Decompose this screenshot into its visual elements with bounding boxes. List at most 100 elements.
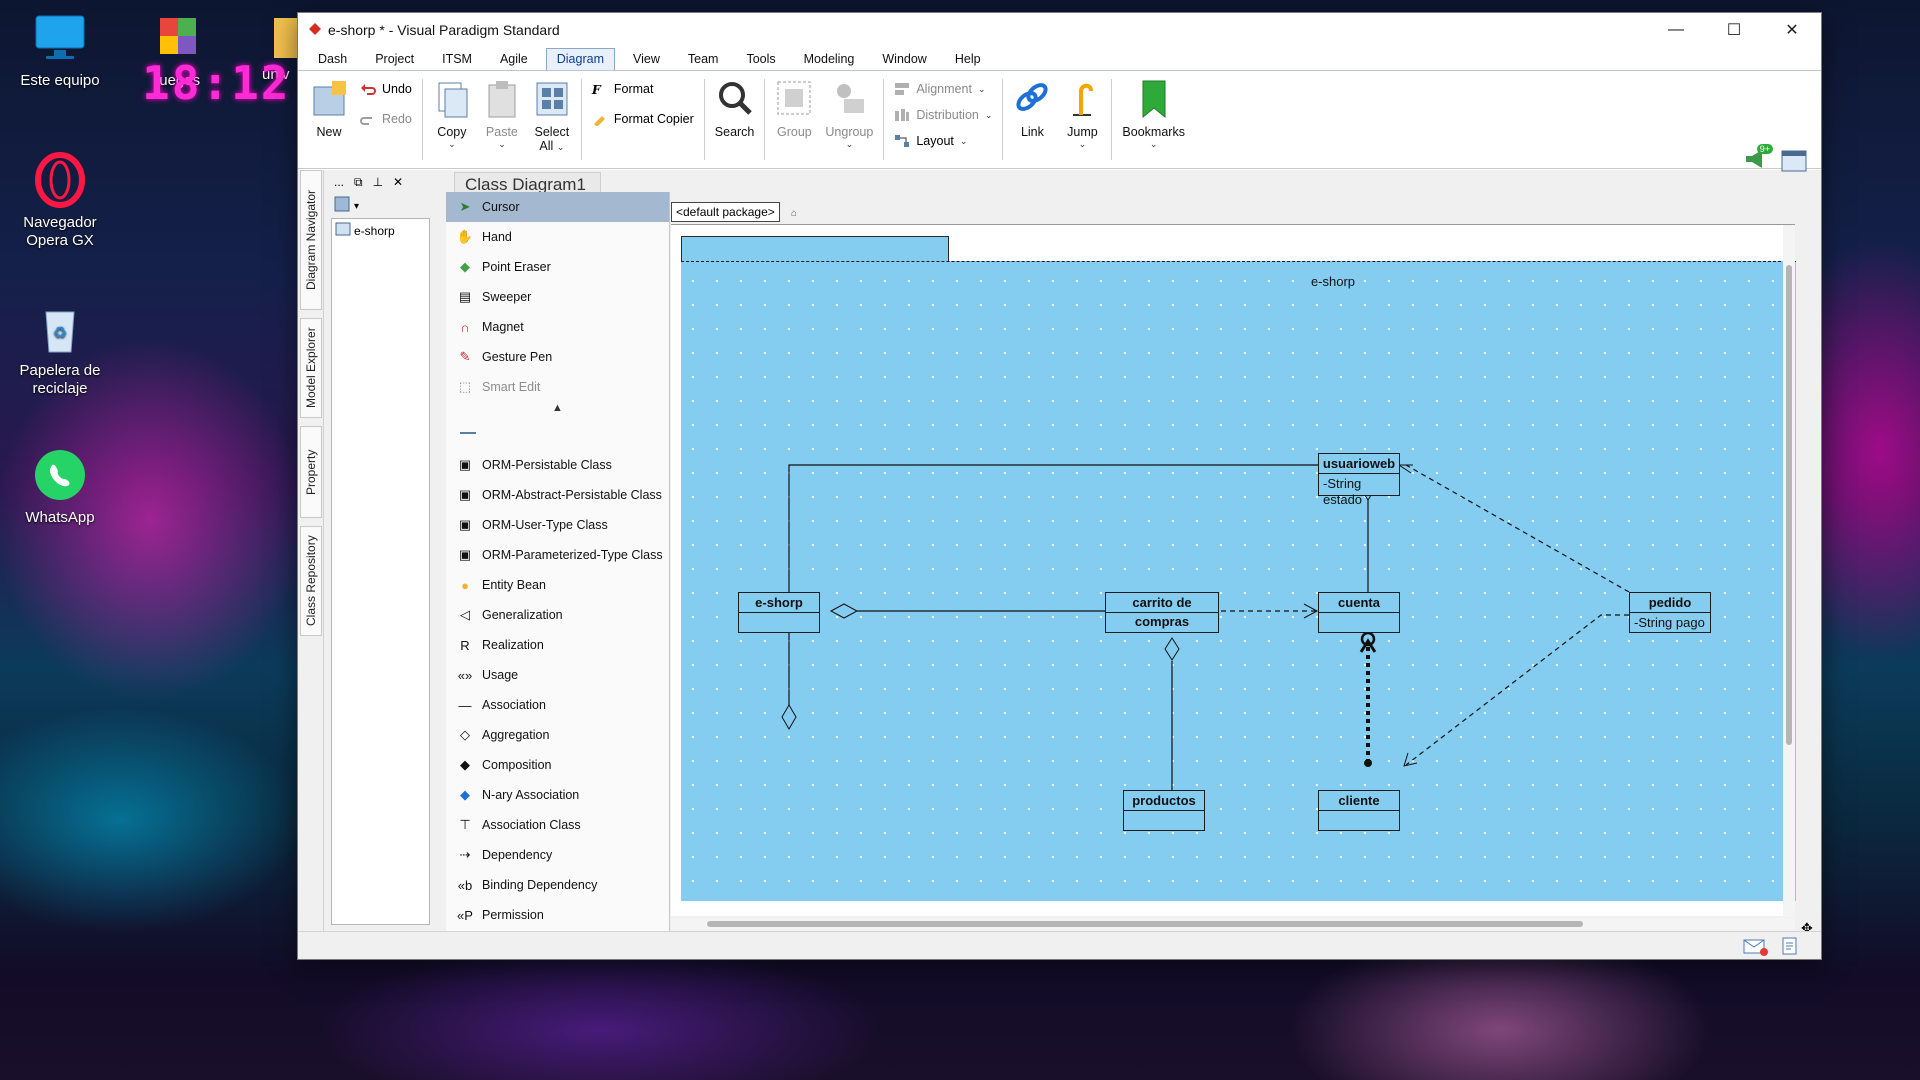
panel-layout-button[interactable]: [1781, 150, 1807, 175]
redo-button[interactable]: Redo: [360, 109, 412, 129]
link-button[interactable]: Link: [1007, 75, 1057, 164]
group-button[interactable]: Group: [769, 75, 819, 164]
layout-button[interactable]: Layout ⌄: [894, 131, 992, 151]
menu-help[interactable]: Help: [945, 49, 991, 70]
menu-agile[interactable]: Agile: [490, 49, 538, 70]
group-label: Group: [777, 125, 812, 139]
vertical-scrollbar[interactable]: [1783, 225, 1795, 917]
menu-dash[interactable]: Dash: [308, 49, 357, 70]
palette-item-orm-user-type-class[interactable]: ▣ ORM-User-Type Class: [446, 510, 669, 540]
class-usuarioweb[interactable]: usuarioweb -String estado: [1318, 453, 1400, 507]
diagram-canvas[interactable]: e-shorp usuarioweb -String estado e-shor…: [671, 224, 1796, 917]
mail-icon[interactable]: [1743, 938, 1769, 959]
palette-item-association[interactable]: — Association: [446, 690, 669, 720]
notes-icon[interactable]: [1781, 937, 1799, 958]
connector-pedido-cliente[interactable]: [1405, 614, 1629, 766]
connector-pedido-usuarioweb[interactable]: [1405, 464, 1630, 593]
class-pedido[interactable]: pedido -String pago: [1629, 592, 1711, 633]
palette-item-n-ary-association[interactable]: ◆ N-ary Association: [446, 780, 669, 810]
palette-scroll-up-icon[interactable]: ▲: [446, 402, 669, 424]
binding-dependency-icon: «b: [457, 877, 473, 893]
palette-item-magnet[interactable]: ∩ Magnet: [446, 312, 669, 342]
desktop-icon-este-equipo[interactable]: Este equipo: [10, 10, 110, 90]
class-e-shorp[interactable]: e-shorp: [738, 592, 820, 633]
menu-view[interactable]: View: [623, 49, 670, 70]
tab-class-repository[interactable]: Class Repository: [300, 526, 322, 636]
palette-item-entity-bean[interactable]: ● Entity Bean: [446, 570, 669, 600]
palette-item-association-class[interactable]: ⊤ Association Class: [446, 810, 669, 840]
palette-item-orm-persistable-class[interactable]: ▣ ORM-Persistable Class: [446, 450, 669, 480]
palette-item-permission[interactable]: «P Permission: [446, 900, 669, 930]
palette-item-label: Sweeper: [482, 290, 532, 304]
menu-window[interactable]: Window: [872, 49, 936, 70]
connector-usuarioweb-e-shorp[interactable]: [788, 464, 1318, 705]
tree-item-e-shorp[interactable]: e-shorp: [332, 219, 429, 242]
palette-item-sweeper[interactable]: ▤ Sweeper: [446, 282, 669, 312]
palette-item-generalization[interactable]: ◁ Generalization: [446, 600, 669, 630]
pin-icon[interactable]: ⊥: [373, 175, 383, 189]
palette-item-realization[interactable]: R Realization: [446, 630, 669, 660]
search-button[interactable]: Search: [709, 75, 761, 164]
tab-property[interactable]: Property: [300, 426, 322, 518]
minimize-button[interactable]: —: [1647, 13, 1705, 47]
new-button[interactable]: New: [304, 75, 354, 164]
palette-item-usage[interactable]: «» Usage: [446, 660, 669, 690]
palette-item-orm-abstract-persistable-class[interactable]: ▣ ORM-Abstract-Persistable Class: [446, 480, 669, 510]
desktop-icon-papelera[interactable]: ♻ Papelera de reciclaje: [10, 300, 110, 398]
class-attribute[interactable]: -String pago: [1630, 613, 1710, 633]
class-attribute[interactable]: -String estado: [1319, 474, 1399, 510]
desktop-icon-opera-gx[interactable]: Navegador Opera GX: [10, 152, 110, 250]
select-all-button[interactable]: Select All ⌄: [527, 75, 577, 164]
palette-item-point-eraser[interactable]: ◆ Point Eraser: [446, 252, 669, 282]
select-all-icon: [533, 79, 571, 119]
class-cliente[interactable]: cliente: [1318, 790, 1400, 831]
palette-item-dependency[interactable]: ⇢ Dependency: [446, 840, 669, 870]
menu-tools[interactable]: Tools: [736, 49, 785, 70]
distribution-button[interactable]: Distribution ⌄: [894, 105, 992, 125]
copy-button[interactable]: Copy ⌄: [427, 75, 477, 164]
tab-diagram-navigator[interactable]: Diagram Navigator: [300, 170, 322, 310]
bookmarks-button[interactable]: Bookmarks ⌄: [1116, 75, 1191, 164]
horizontal-scrollbar[interactable]: [671, 918, 1795, 930]
format-copier-button[interactable]: Format Copier: [592, 109, 694, 129]
palette-item-aggregation[interactable]: ◇ Aggregation: [446, 720, 669, 750]
ribbon-separator: [1002, 79, 1004, 160]
class-productos[interactable]: productos: [1123, 790, 1205, 831]
navigator-view-selector[interactable]: ▾: [328, 194, 436, 216]
class-carrito-de-compras[interactable]: carrito de compras: [1105, 592, 1219, 633]
notifications-button[interactable]: 9+: [1743, 144, 1773, 173]
class-cuenta[interactable]: cuenta: [1318, 592, 1400, 633]
aggregation-icon: ◇: [460, 727, 470, 742]
desktop-icon-whatsapp[interactable]: WhatsApp: [10, 447, 110, 527]
palette-item-composition[interactable]: ◆ Composition: [446, 750, 669, 780]
menu-project[interactable]: Project: [365, 49, 424, 70]
package-pin-icon[interactable]: ⌂: [791, 208, 797, 219]
vertical-scrollbar-thumb[interactable]: [1786, 265, 1792, 745]
palette-item-orm-parameterized-type-class[interactable]: ▣ ORM-Parameterized-Type Class: [446, 540, 669, 570]
default-package-label[interactable]: <default package>: [671, 202, 780, 222]
alignment-button[interactable]: Alignment ⌄: [894, 79, 992, 99]
jump-button[interactable]: Jump ⌄: [1057, 75, 1107, 164]
close-button[interactable]: ✕: [1763, 13, 1821, 47]
palette-item-cursor[interactable]: ➤ Cursor: [446, 192, 669, 222]
palette-item-smart-edit[interactable]: ⬚ Smart Edit: [446, 372, 669, 402]
menu-diagram[interactable]: Diagram: [545, 48, 615, 70]
paste-button[interactable]: Paste ⌄: [477, 75, 527, 164]
horizontal-scrollbar-thumb[interactable]: [707, 921, 1583, 927]
menu-modeling[interactable]: Modeling: [794, 49, 865, 70]
tab-model-explorer[interactable]: Model Explorer: [300, 318, 322, 418]
palette-item-binding-dependency[interactable]: «b Binding Dependency: [446, 870, 669, 900]
menu-team[interactable]: Team: [678, 49, 729, 70]
close-icon[interactable]: ✕: [393, 175, 403, 189]
palette-item-gesture-pen[interactable]: ✎ Gesture Pen: [446, 342, 669, 372]
ungroup-button[interactable]: Ungroup ⌄: [819, 75, 879, 164]
maximize-button[interactable]: ☐: [1705, 13, 1763, 47]
palette-item-hand[interactable]: ✋ Hand: [446, 222, 669, 252]
format-button[interactable]: F Format: [592, 79, 694, 99]
palette-item-label: Generalization: [482, 608, 563, 622]
more-options-button[interactable]: ...: [334, 175, 344, 189]
chevron-down-icon: ⌄: [498, 139, 506, 149]
menu-itsm[interactable]: ITSM: [432, 49, 482, 70]
restore-icon[interactable]: ⧉: [354, 175, 363, 190]
undo-button[interactable]: Undo: [360, 79, 412, 99]
